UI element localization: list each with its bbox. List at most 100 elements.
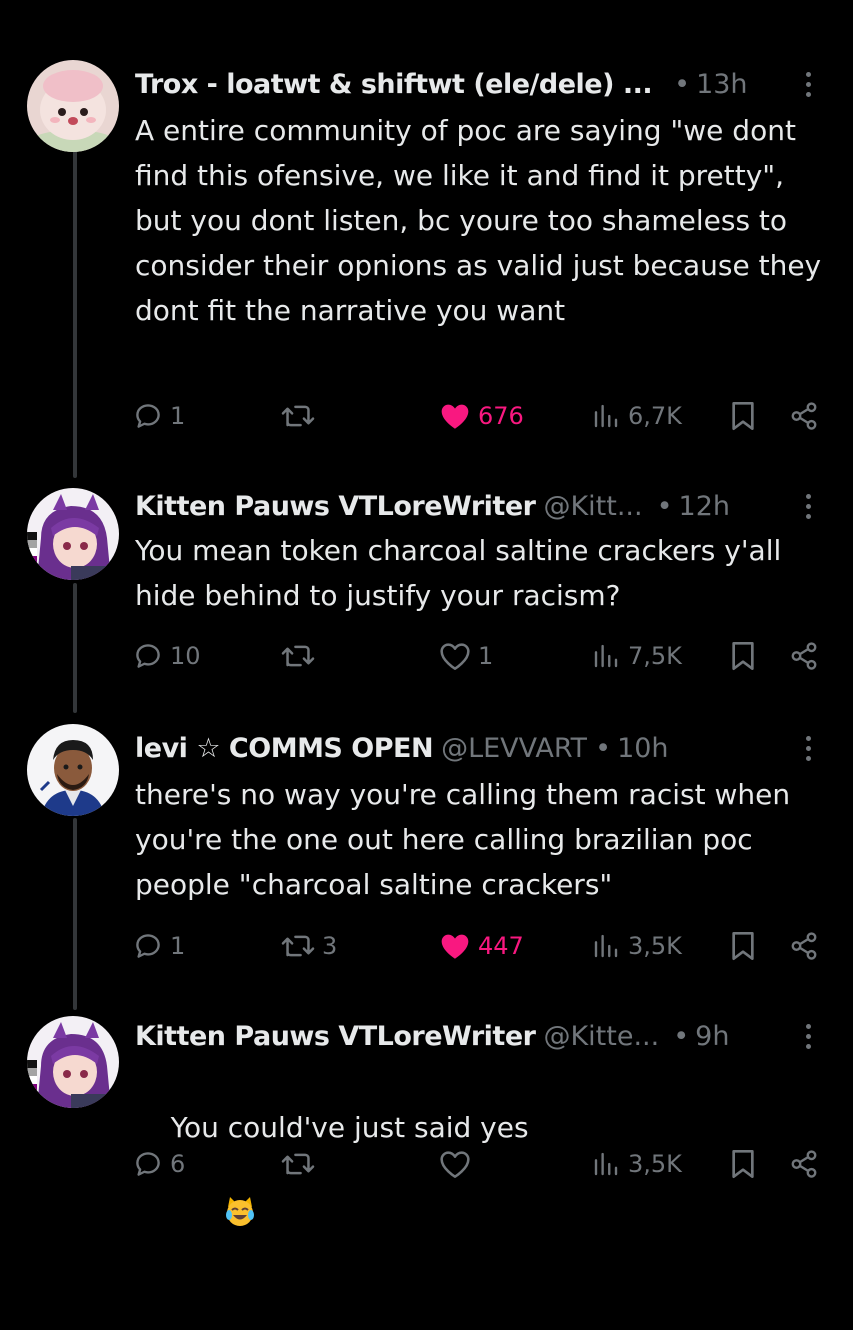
like-count: 447: [478, 932, 524, 960]
tweet[interactable]: Kitten Pauws VTLoreWriter @Kitt... • 12h…: [0, 470, 853, 720]
like-button[interactable]: [439, 1144, 478, 1184]
avatar[interactable]: [27, 1016, 119, 1108]
share-icon: [791, 932, 817, 960]
avatar[interactable]: [27, 488, 119, 580]
reply-button[interactable]: 10: [133, 636, 201, 676]
user-handle[interactable]: @LEVVART: [441, 733, 587, 764]
timestamp[interactable]: 12h: [679, 491, 730, 522]
reply-count: 6: [170, 1150, 186, 1178]
bookmark-icon: [732, 642, 754, 670]
views-chart-icon: [594, 404, 618, 428]
display-name[interactable]: Trox - loatwt & shiftwt (ele/dele) ...: [135, 69, 653, 100]
reply-count: 1: [170, 932, 186, 960]
user-handle[interactable]: @Kitte...: [543, 1021, 659, 1052]
anime-catgirl-avatar-icon: [27, 488, 119, 580]
bookmark-button[interactable]: [729, 636, 757, 676]
action-bar: 1 676 6,7K: [133, 396, 833, 436]
retweet-count: 3: [322, 932, 338, 960]
reply-button[interactable]: 1: [133, 926, 185, 966]
user-handle[interactable]: @Kitt...: [543, 491, 642, 522]
bookmark-icon: [732, 932, 754, 960]
views-button[interactable]: 3,5K: [591, 1144, 682, 1184]
views-chart-icon: [594, 1152, 618, 1176]
like-count: 1: [478, 642, 494, 670]
tweet-text: You mean token charcoal saltine crackers…: [135, 534, 791, 612]
display-name[interactable]: Kitten Pauws VTLoreWriter: [135, 1021, 536, 1052]
timestamp[interactable]: 10h: [617, 733, 668, 764]
more-options-icon[interactable]: [793, 490, 823, 522]
view-count: 3,5K: [628, 1150, 682, 1178]
view-count: 6,7K: [628, 402, 682, 430]
action-bar: 1 3 447 3,5K: [133, 926, 833, 966]
tweet-text: You could've just said yes: [170, 1111, 529, 1144]
man-portrait-avatar-icon: [27, 724, 119, 816]
like-button[interactable]: 676: [439, 396, 524, 436]
avatar[interactable]: [27, 60, 119, 152]
retweet-button[interactable]: [281, 636, 322, 676]
reply-button[interactable]: 6: [133, 1144, 185, 1184]
bookmark-icon: [732, 402, 754, 430]
view-count: 7,5K: [628, 642, 682, 670]
display-name[interactable]: levi ☆ COMMS OPEN: [135, 733, 434, 764]
retweet-button[interactable]: 3: [281, 926, 337, 966]
bookmark-icon: [732, 1150, 754, 1178]
tweet-text-container: You could've just said yes: [135, 1060, 831, 1330]
heart-filled-icon: [441, 404, 469, 429]
separator-dot: •: [595, 732, 612, 764]
tweet[interactable]: levi ☆ COMMS OPEN @LEVVART • 10h there's…: [0, 720, 853, 1010]
avatar[interactable]: [27, 724, 119, 816]
tweet-header: Kitten Pauws VTLoreWriter @Kitt... • 12h: [135, 486, 823, 526]
views-chart-icon: [594, 934, 618, 958]
heart-outline-icon: [440, 643, 470, 670]
tweet-header: Trox - loatwt & shiftwt (ele/dele) ... •…: [135, 64, 823, 104]
retweet-icon: [281, 935, 315, 957]
action-bar: 10 1 7,5K: [133, 636, 833, 676]
bookmark-button[interactable]: [729, 926, 757, 966]
share-icon: [791, 642, 817, 670]
bookmark-button[interactable]: [729, 396, 757, 436]
reply-icon: [136, 404, 160, 428]
tweet-header: Kitten Pauws VTLoreWriter @Kitte... • 9h: [135, 1016, 823, 1056]
heart-outline-icon: [440, 1151, 470, 1178]
reply-count: 1: [170, 402, 186, 430]
share-button[interactable]: [789, 1144, 819, 1184]
share-button[interactable]: [789, 636, 819, 676]
share-button[interactable]: [789, 926, 819, 966]
like-button[interactable]: 1: [439, 636, 493, 676]
separator-dot: •: [674, 68, 691, 100]
tweet-text: A entire community of poc are saying "we…: [135, 114, 831, 327]
more-options-icon[interactable]: [793, 732, 823, 764]
retweet-icon: [281, 1153, 315, 1175]
view-count: 3,5K: [628, 932, 682, 960]
timestamp[interactable]: 13h: [696, 69, 747, 100]
tweet[interactable]: Kitten Pauws VTLoreWriter @Kitte... • 9h…: [0, 1000, 853, 1226]
share-icon: [791, 402, 817, 430]
tweet-text: there's no way you're calling them racis…: [135, 778, 800, 901]
retweet-button[interactable]: [281, 396, 322, 436]
timestamp[interactable]: 9h: [695, 1021, 729, 1052]
pink-plush-avatar-icon: [27, 60, 119, 152]
retweet-icon: [281, 645, 315, 667]
reply-button[interactable]: 1: [133, 396, 185, 436]
more-options-icon[interactable]: [793, 68, 823, 100]
separator-dot: •: [656, 490, 673, 522]
views-button[interactable]: 7,5K: [591, 636, 682, 676]
views-button[interactable]: 6,7K: [591, 396, 682, 436]
separator-dot: •: [673, 1020, 690, 1052]
tweet[interactable]: Trox - loatwt & shiftwt (ele/dele) ... •…: [0, 0, 853, 470]
reply-icon: [136, 644, 160, 668]
retweet-button[interactable]: [281, 1144, 322, 1184]
reply-count: 10: [170, 642, 201, 670]
share-button[interactable]: [789, 396, 819, 436]
like-count: 676: [478, 402, 524, 430]
share-icon: [791, 1150, 817, 1178]
display-name[interactable]: Kitten Pauws VTLoreWriter: [135, 491, 536, 522]
tweet-header: levi ☆ COMMS OPEN @LEVVART • 10h: [135, 728, 823, 768]
anime-catgirl-avatar-icon: [27, 1016, 119, 1108]
more-options-icon[interactable]: [793, 1020, 823, 1052]
heart-filled-icon: [441, 934, 469, 959]
reply-icon: [136, 1152, 160, 1176]
bookmark-button[interactable]: [729, 1144, 757, 1184]
views-button[interactable]: 3,5K: [591, 926, 682, 966]
like-button[interactable]: 447: [439, 926, 524, 966]
